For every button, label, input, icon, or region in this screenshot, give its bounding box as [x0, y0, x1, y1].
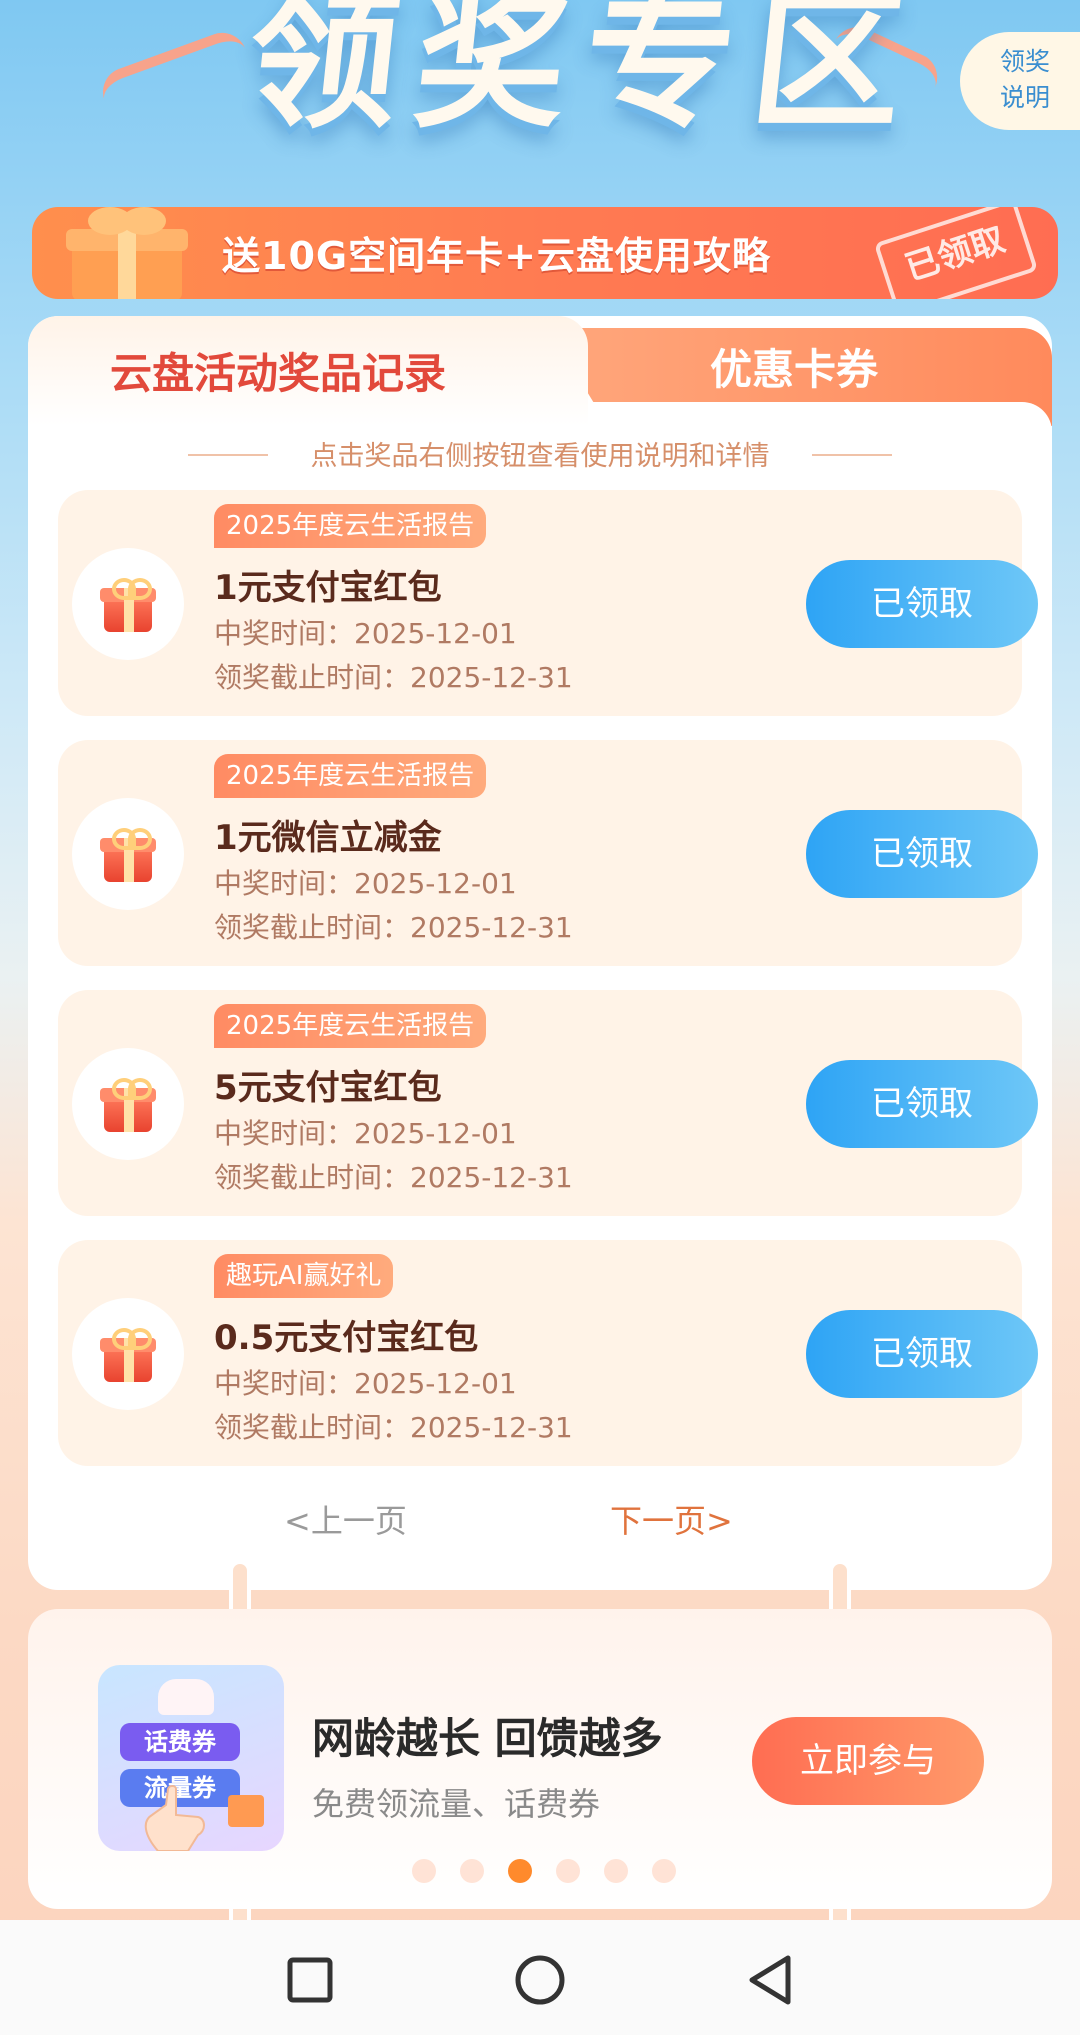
prize-item: 2025年度云生活报告 1元微信立减金 中奖时间：2025-12-01 领奖截止…	[58, 740, 1038, 966]
tab-prize-records-label[interactable]: 云盘活动奖品记录	[110, 340, 446, 401]
claimed-button[interactable]: 已领取	[806, 1310, 1038, 1398]
claimed-button[interactable]: 已领取	[806, 560, 1038, 648]
gift-icon	[100, 1328, 156, 1384]
gift-icon	[100, 828, 156, 884]
claim-deadline: 领奖截止时间：2025-12-31	[214, 911, 573, 944]
back-icon[interactable]	[740, 1950, 800, 2010]
promo-title: 网龄越长 回馈越多	[312, 1714, 663, 1763]
carousel-dot[interactable]	[556, 1859, 580, 1883]
carousel-dot[interactable]	[652, 1859, 676, 1883]
carousel-dot[interactable]	[412, 1859, 436, 1883]
ribbon-decoration	[95, 25, 255, 125]
promo-carousel[interactable]: 话费券 流量券 网龄越长 回馈越多 免费领流量、话费券 立即参与	[28, 1609, 1052, 1909]
claimed-button[interactable]: 已领取	[806, 1060, 1038, 1148]
gift-icon-wrapper	[72, 548, 184, 660]
divider	[812, 454, 892, 456]
gift-icon	[228, 1795, 264, 1827]
win-time: 中奖时间：2025-12-01	[214, 1367, 517, 1400]
prize-item: 2025年度云生活报告 5元支付宝红包 中奖时间：2025-12-01 领奖截止…	[58, 990, 1038, 1216]
prize-item: 趣玩AI赢好礼 0.5元支付宝红包 中奖时间：2025-12-01 领奖截止时间…	[58, 1240, 1038, 1466]
gift-icon-wrapper	[72, 1048, 184, 1160]
promo-image-tag: 话费券	[120, 1723, 240, 1761]
gift-icon-wrapper	[72, 798, 184, 910]
gift-icon-wrapper	[72, 1298, 184, 1410]
tab-bar: 云盘活动奖品记录 优惠卡券	[28, 316, 1052, 442]
gift-box-icon	[66, 207, 188, 299]
win-time: 中奖时间：2025-12-01	[214, 617, 517, 650]
join-now-button[interactable]: 立即参与	[752, 1717, 984, 1805]
hand-pointer-icon	[144, 1785, 205, 1851]
carousel-dot[interactable]	[460, 1859, 484, 1883]
claimed-button[interactable]: 已领取	[806, 810, 1038, 898]
prize-name: 1元支付宝红包	[214, 568, 442, 608]
gift-icon	[100, 1078, 156, 1134]
next-page-link[interactable]: 下一页>	[610, 1496, 733, 1542]
cake-icon	[158, 1679, 214, 1715]
carousel-dot[interactable]	[604, 1859, 628, 1883]
prize-record-card: 云盘活动奖品记录 优惠卡券 点击奖品右侧按钮查看使用说明和详情 2025年度云生…	[28, 316, 1052, 1590]
home-icon[interactable]	[510, 1950, 570, 2010]
promo-image: 话费券 流量券	[98, 1665, 284, 1851]
prize-name: 5元支付宝红包	[214, 1068, 442, 1108]
win-time: 中奖时间：2025-12-01	[214, 867, 517, 900]
prev-page-link[interactable]: <上一页	[284, 1496, 407, 1542]
banner-text: 送10G空间年卡+云盘使用攻略	[222, 234, 771, 278]
activity-tag: 2025年度云生活报告	[214, 754, 487, 798]
claim-deadline: 领奖截止时间：2025-12-31	[214, 661, 573, 694]
claim-deadline: 领奖截止时间：2025-12-31	[214, 1161, 573, 1194]
hint-text: 点击奖品右侧按钮查看使用说明和详情	[310, 441, 770, 472]
rules-button[interactable]: 领奖 说明	[960, 32, 1080, 130]
prize-name: 1元微信立减金	[214, 818, 442, 858]
prize-name: 0.5元支付宝红包	[214, 1318, 479, 1358]
prize-item: 2025年度云生活报告 1元支付宝红包 中奖时间：2025-12-01 领奖截止…	[58, 490, 1038, 716]
claimed-stamp: 已领取	[873, 207, 1039, 299]
recent-apps-icon[interactable]	[280, 1950, 340, 2010]
promo-subtitle: 免费领流量、话费券	[312, 1785, 601, 1823]
page-title: 领奖专区	[239, 0, 930, 149]
activity-tag: 2025年度云生活报告	[214, 1004, 487, 1048]
win-time: 中奖时间：2025-12-01	[214, 1117, 517, 1150]
system-nav-bar	[0, 1920, 1080, 2035]
reward-banner[interactable]: 送10G空间年卡+云盘使用攻略 已领取	[32, 207, 1058, 299]
hero-header: 领奖专区 领奖 说明	[0, 0, 1080, 200]
claim-deadline: 领奖截止时间：2025-12-31	[214, 1411, 573, 1444]
carousel-dot-active[interactable]	[508, 1859, 532, 1883]
activity-tag: 2025年度云生活报告	[214, 504, 487, 548]
activity-tag: 趣玩AI赢好礼	[214, 1254, 394, 1298]
tab-coupons-label[interactable]: 优惠卡券	[710, 336, 878, 397]
gift-icon	[100, 578, 156, 634]
